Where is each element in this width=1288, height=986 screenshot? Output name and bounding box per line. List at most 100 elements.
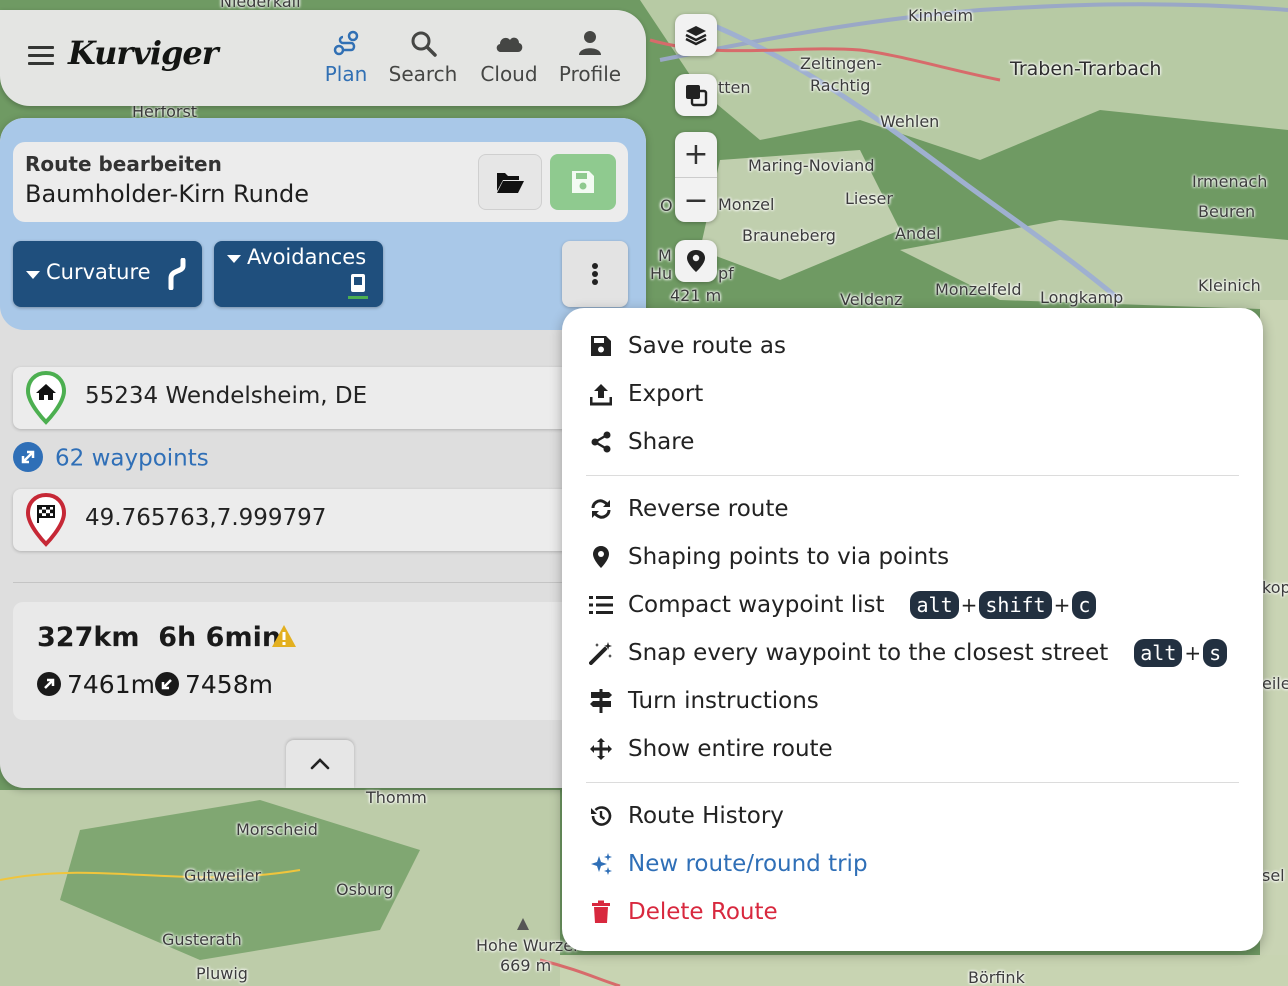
collapse-panel-button[interactable]: [286, 740, 354, 788]
key-shift: shift: [979, 591, 1052, 619]
map-label: Veldenz: [840, 290, 903, 309]
sparkles-icon: [591, 853, 612, 875]
overlay-icon: [686, 85, 708, 107]
nav-search-button[interactable]: Search: [384, 28, 462, 98]
waypoints-count-text: 62 waypoints: [55, 445, 209, 472]
map-marker-icon: [687, 250, 705, 272]
list-icon: [589, 596, 613, 614]
map-label: 421 m: [670, 286, 722, 305]
home-pin-icon: [25, 371, 67, 425]
route-duration: 6h 6min: [158, 622, 282, 653]
destination-waypoint[interactable]: 49.765763,7.999797: [13, 489, 613, 551]
user-icon: [579, 31, 601, 55]
trash-icon: [592, 900, 610, 923]
map-label: sel: [1262, 866, 1285, 885]
more-options-button[interactable]: [562, 241, 628, 307]
nav-profile-button[interactable]: Profile: [554, 28, 626, 98]
map-label: Hohe Wurzel: [476, 936, 578, 955]
curvature-dropdown[interactable]: Curvature: [13, 241, 202, 307]
map-label: Maring-Noviand: [748, 156, 875, 175]
menu-label: Share: [628, 429, 695, 455]
zoom-out-button[interactable]: −: [675, 177, 717, 222]
key-s: s: [1203, 639, 1228, 667]
nav-plan-button[interactable]: Plan: [318, 28, 374, 98]
save-route-button[interactable]: [550, 154, 616, 210]
menu-label: Compact waypoint list: [628, 592, 885, 618]
overlay-button[interactable]: [675, 74, 717, 116]
menu-label: Show entire route: [628, 736, 833, 762]
route-name[interactable]: Baumholder-Kirn Runde: [25, 180, 309, 208]
arrow-up-right-icon: [37, 672, 61, 696]
menu-shaping-to-via[interactable]: Shaping points to via points: [586, 537, 949, 577]
menu-show-entire-route[interactable]: Show entire route: [586, 729, 833, 769]
map-label: Wehlen: [880, 112, 940, 131]
warning-icon[interactable]: [271, 624, 297, 648]
nav-cloud-label: Cloud: [480, 62, 538, 86]
start-waypoint[interactable]: 55234 Wendelsheim, DE: [13, 367, 613, 429]
menu-reverse-route[interactable]: Reverse route: [586, 489, 789, 529]
avoidances-dropdown[interactable]: Avoidances: [214, 241, 383, 307]
plan-route-icon: [333, 30, 359, 56]
zoom-in-button[interactable]: +: [675, 132, 717, 177]
key-plus: +: [1184, 641, 1202, 665]
map-label: Rachtig: [810, 76, 871, 95]
finish-flag-pin-icon: [25, 493, 67, 547]
cloud-icon: [496, 37, 523, 52]
caret-down-icon: [227, 255, 241, 263]
menu-share[interactable]: Share: [586, 422, 694, 462]
folder-open-icon: [497, 173, 524, 193]
route-totals: 327km 6h 6min: [37, 622, 281, 653]
menu-new-route[interactable]: New route/round trip: [586, 844, 868, 884]
menu-label: Delete Route: [628, 899, 778, 925]
start-waypoint-text: 55234 Wendelsheim, DE: [85, 383, 368, 409]
sync-icon: [591, 499, 611, 519]
arrow-down-left-icon: [155, 672, 179, 696]
menu-turn-instructions[interactable]: Turn instructions: [586, 681, 819, 721]
map-label: pf: [718, 264, 734, 283]
menu-label: Reverse route: [628, 496, 789, 522]
ascent-stat: 7461m: [37, 670, 155, 699]
menu-separator: [586, 782, 1239, 783]
key-c: c: [1072, 591, 1097, 619]
locate-button[interactable]: [675, 240, 717, 282]
descent-stat: 7458m: [155, 670, 273, 699]
route-card: Route bearbeiten Baumholder-Kirn Runde: [13, 142, 628, 222]
open-route-button[interactable]: [478, 154, 542, 210]
map-label: Irmenach: [1192, 172, 1268, 191]
app-logo: Kurviger: [68, 34, 219, 72]
menu-label: Route History: [628, 803, 784, 829]
nav-cloud-button[interactable]: Cloud: [474, 28, 544, 98]
waypoints-count-link[interactable]: 62 waypoints: [13, 442, 209, 474]
menu-export[interactable]: Export: [586, 374, 703, 414]
menu-label: Turn instructions: [628, 688, 819, 714]
move-arrows-icon: [590, 738, 612, 760]
map-label: Börfink: [968, 968, 1025, 986]
map-label: Gusterath: [162, 930, 242, 949]
menu-label: New route/round trip: [628, 851, 868, 877]
map-label: Kinheim: [908, 6, 974, 25]
menu-label: Save route as: [628, 333, 786, 359]
layers-button[interactable]: [675, 14, 717, 56]
search-icon: [411, 31, 437, 57]
share-icon: [591, 431, 611, 453]
map-label: Gutweiler: [184, 866, 262, 885]
menu-snap-waypoints[interactable]: Snap every waypoint to the closest stree…: [586, 633, 1228, 673]
route-panel-title: Route bearbeiten: [25, 152, 222, 176]
layers-icon: [685, 26, 707, 46]
route-options-menu: Save route as Export Share Reverse route…: [562, 308, 1263, 951]
route-distance: 327km: [37, 622, 140, 653]
top-navigation-bar: Kurviger Plan Search Cloud Profile: [0, 10, 646, 106]
hamburger-menu-icon[interactable]: [28, 46, 54, 68]
location-pin-icon: [593, 546, 609, 568]
menu-delete-route[interactable]: Delete Route: [586, 892, 778, 932]
menu-separator: [586, 475, 1239, 476]
map-label: kop: [1262, 578, 1288, 597]
map-label: Kleinich: [1198, 276, 1261, 295]
menu-save-route-as[interactable]: Save route as: [586, 326, 786, 366]
menu-compact-waypoint-list[interactable]: Compact waypoint list alt + shift + c: [586, 585, 1097, 625]
key-alt: alt: [910, 591, 959, 619]
map-label: Zeltingen-: [800, 54, 883, 73]
menu-route-history[interactable]: Route History: [586, 796, 784, 836]
floppy-disk-icon: [572, 171, 594, 193]
shortcut-hint: alt + shift + c: [910, 591, 1097, 619]
